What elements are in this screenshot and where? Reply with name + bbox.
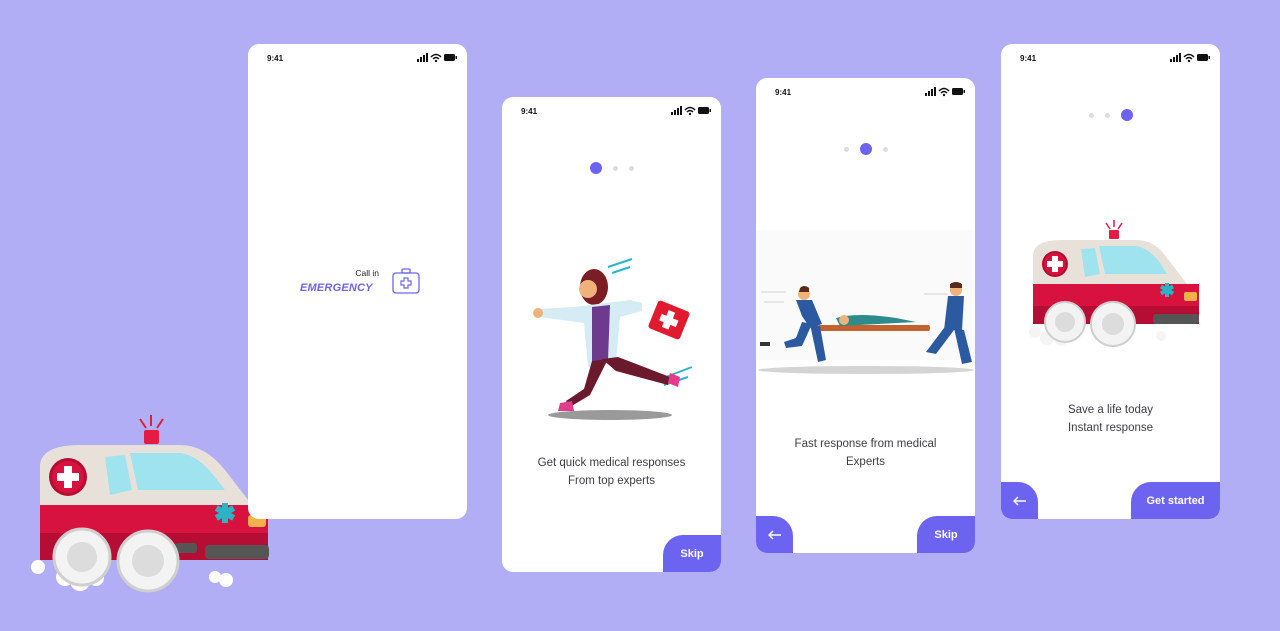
medical-kit-icon <box>392 268 420 294</box>
splash-screen: 9:41 Call in EMERGENCY <box>248 44 467 519</box>
pagination-dots <box>1001 109 1220 121</box>
status-time: 9:41 <box>267 54 284 63</box>
page-dot-3[interactable] <box>882 146 888 152</box>
page-dot-3[interactable] <box>1120 109 1133 121</box>
back-button[interactable] <box>756 516 793 553</box>
caption-line-1: Save a life today <box>1067 404 1154 416</box>
status-time: 9:41 <box>1020 54 1037 63</box>
signal-icon <box>671 106 682 115</box>
stretcher-paramedics-illustration <box>756 230 975 374</box>
caption-line-2: Experts <box>846 456 885 468</box>
battery-icon <box>952 88 965 95</box>
page-dot-1[interactable] <box>843 146 849 152</box>
onboarding-screen-1: 9:41 Get quick medical responses From to… <box>502 97 721 572</box>
status-bar: 9:41 <box>502 97 721 127</box>
page-dot-2[interactable] <box>859 143 872 155</box>
app-logo: Call in EMERGENCY <box>300 268 420 302</box>
onboarding-caption: Fast response from medical Experts <box>756 435 975 471</box>
pagination-dots <box>756 143 975 155</box>
skip-button[interactable]: Skip <box>663 535 721 572</box>
ambulance-illustration <box>1029 220 1199 347</box>
page-dot-1[interactable] <box>1088 112 1094 118</box>
signal-icon <box>1170 53 1181 62</box>
page-dot-2[interactable] <box>1104 112 1110 118</box>
onboarding-caption: Get quick medical responses From top exp… <box>502 454 721 490</box>
status-time: 9:41 <box>775 88 792 97</box>
status-bar: 9:41 <box>248 44 467 74</box>
caption-line-1: Get quick medical responses <box>537 457 686 469</box>
page-dot-3[interactable] <box>628 165 634 171</box>
battery-icon <box>444 54 457 61</box>
battery-icon <box>1197 54 1210 61</box>
arrow-left-icon <box>1012 495 1026 506</box>
caption-line-1: Fast response from medical <box>794 438 937 450</box>
ambulance-illustration <box>31 415 269 593</box>
status-icons <box>417 53 457 63</box>
onboarding-screen-2: 9:41 Fast response from medical Experts … <box>756 78 975 553</box>
logo-tagline: Call in <box>355 268 379 278</box>
status-icons <box>1170 53 1210 63</box>
running-doctor-illustration <box>533 258 693 420</box>
skip-button[interactable]: Skip <box>917 516 975 553</box>
onboarding-screen-3: 9:41 Save a life today Instant response … <box>1001 44 1220 519</box>
pagination-dots <box>502 162 721 174</box>
page-dot-1[interactable] <box>589 162 602 174</box>
wifi-icon <box>430 53 442 63</box>
logo-title: EMERGENCY <box>300 282 373 294</box>
caption-line-2: Instant response <box>1067 422 1154 434</box>
wifi-icon <box>684 106 696 116</box>
page-dot-2[interactable] <box>612 165 618 171</box>
caption-line-2: From top experts <box>568 475 655 487</box>
status-icons <box>925 87 965 97</box>
back-button[interactable] <box>1001 482 1038 519</box>
wifi-icon <box>1183 53 1195 63</box>
status-bar: 9:41 <box>756 78 975 108</box>
get-started-button[interactable]: Get started <box>1131 482 1220 519</box>
arrow-left-icon <box>767 529 781 540</box>
wifi-icon <box>938 87 950 97</box>
signal-icon <box>417 53 428 62</box>
onboarding-caption: Save a life today Instant response <box>1001 401 1220 437</box>
signal-icon <box>925 87 936 96</box>
battery-icon <box>698 107 711 114</box>
status-time: 9:41 <box>521 107 538 116</box>
status-bar: 9:41 <box>1001 44 1220 74</box>
status-icons <box>671 106 711 116</box>
